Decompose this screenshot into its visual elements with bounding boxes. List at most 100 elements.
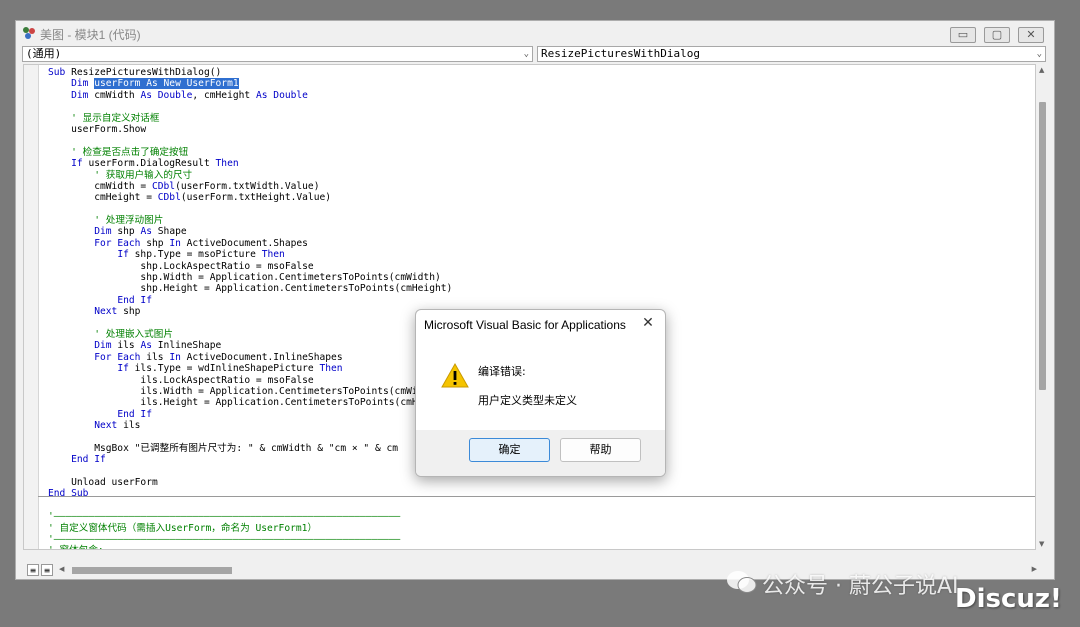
code-line[interactable]: Dim shp As Shape [48,226,452,237]
code-line[interactable]: For Each shp In ActiveDocument.Shapes [48,238,452,249]
code-line[interactable]: Dim userForm As New UserForm1 [48,78,452,90]
code-token: shp.Width = Application.CentimetersToPoi… [48,272,441,284]
vertical-scrollbar[interactable]: ▲ ▼ [1037,64,1049,550]
full-module-view-button[interactable]: ≡ [41,564,53,576]
code-line[interactable]: If userForm.DialogResult Then [48,158,452,169]
code-line[interactable]: ils.Height = Application.CentimetersToPo… [48,397,452,408]
code-line[interactable]: userForm.Show [48,124,452,135]
code-line[interactable]: Sub ResizePicturesWithDialog() [48,67,452,78]
code-token: userForm.Show [48,123,147,135]
code-line[interactable]: cmHeight = CDbl(userForm.txtHeight.Value… [48,192,452,203]
scroll-right-icon[interactable]: ▶ [1032,565,1037,573]
code-line[interactable] [48,135,452,146]
scroll-down-icon[interactable]: ▼ [1039,540,1044,548]
code-keyword: As [140,226,158,238]
code-line[interactable]: Dim cmWidth As Double, cmHeight As Doubl… [48,90,452,101]
ok-button[interactable]: 确定 [469,438,550,462]
code-line[interactable]: Unload userForm [48,477,452,488]
scroll-up-icon[interactable]: ▲ [1039,66,1044,74]
code-line[interactable]: MsgBox "已调整所有图片尺寸为: " & cmWidth & "cm × … [48,443,452,454]
code-keyword: Sub [48,67,72,78]
help-button[interactable]: 帮助 [560,438,641,462]
margin-indicator-bar[interactable] [24,65,39,549]
code-line[interactable]: Dim ils As InlineShape [48,340,452,351]
procedure-view-button[interactable]: ≡ [27,564,39,576]
title-bar[interactable]: 美图 - 模块1 (代码) ▭ ▢ ✕ [16,21,1054,45]
code-line[interactable] [48,432,452,443]
code-keyword: Dim [94,226,118,238]
code-line[interactable]: ' 处理嵌入式图片 [48,329,452,340]
minimize-button[interactable]: ▭ [950,27,976,43]
code-line[interactable]: shp.Width = Application.CentimetersToPoi… [48,272,452,283]
code-line[interactable]: '———————————————————————————————————————… [48,511,452,522]
code-token: ils [117,340,141,352]
code-line[interactable]: Next shp [48,306,452,317]
code-line[interactable]: If shp.Type = msoPicture Then [48,249,452,260]
code-keyword: Then [319,363,343,375]
full-module-view-icon: ≡ [43,566,51,575]
chevron-down-icon: ⌄ [1036,49,1042,59]
procedure-dropdown-value: ResizePicturesWithDialog [541,47,700,60]
discuz-logo: Discuz! [955,584,1062,614]
code-keyword: For Each [94,351,147,363]
code-line[interactable]: ils.LockAspectRatio = msoFalse [48,375,452,386]
code-comment: ' 显示自定义对话框 [71,112,160,124]
code-line[interactable]: Next ils [48,420,452,431]
code-token: Unload userForm [48,477,158,489]
code-comment: '———————————————————————————————————————… [48,534,401,546]
dialog-close-icon[interactable]: ✕ [639,314,657,332]
code-token: shp [146,237,170,249]
code-keyword: CDbl [151,180,176,192]
code-line[interactable]: shp.Height = Application.CentimetersToPo… [48,283,452,294]
code-line[interactable]: ' 自定义窗体代码（需插入UserForm，命名为 UserForm1） [48,523,452,534]
code-token: userForm.DialogResult [88,158,216,170]
code-text[interactable]: Sub ResizePicturesWithDialog() Dim userF… [48,67,452,549]
code-keyword: End If [117,294,152,306]
code-selection: userForm As New UserForm1 [94,78,239,90]
code-line[interactable]: End If [48,409,452,420]
vertical-scroll-thumb[interactable] [1039,102,1046,390]
code-line[interactable]: ' 显示自定义对话框 [48,113,452,124]
code-keyword: For Each [94,237,147,249]
code-token: MsgBox "已调整所有图片尺寸为: " & cmWidth & "cm × … [48,442,399,454]
code-line[interactable]: ' 获取用户输入的尺寸 [48,170,452,181]
code-line[interactable]: For Each ils In ActiveDocument.InlineSha… [48,352,452,363]
maximize-button[interactable]: ▢ [984,27,1010,43]
code-editor[interactable]: Sub ResizePicturesWithDialog() Dim userF… [23,64,1036,550]
code-line[interactable]: ils.Width = Application.CentimetersToPoi… [48,386,452,397]
procedure-dropdown[interactable]: ResizePicturesWithDialog ⌄ [537,46,1046,62]
object-dropdown[interactable]: (通用) ⌄ [22,46,533,62]
code-token: shp [123,306,141,318]
code-line[interactable]: '———————————————————————————————————————… [48,534,452,545]
code-line[interactable]: End If [48,454,452,465]
code-line[interactable] [48,318,452,329]
code-line[interactable]: End If [48,295,452,306]
code-token: ActiveDocument.InlineShapes [186,351,343,363]
code-line[interactable] [48,500,452,511]
code-line[interactable]: If ils.Type = wdInlineShapePicture Then [48,363,452,374]
code-line[interactable]: End Sub [48,488,452,499]
code-keyword: As Double [140,89,193,101]
combo-bar: (通用) ⌄ ResizePicturesWithDialog ⌄ [22,46,1046,62]
code-line[interactable] [48,101,452,112]
code-token: (userForm.txtHeight.Value) [180,192,332,204]
scroll-left-icon[interactable]: ◀ [59,565,64,573]
code-line[interactable]: cmWidth = CDbl(userForm.txtWidth.Value) [48,181,452,192]
horizontal-scroll-thumb[interactable] [72,567,232,574]
code-line[interactable]: ' 窗体包含: [48,545,452,549]
code-line[interactable]: ' 处理浮动图片 [48,215,452,226]
code-line[interactable] [48,466,452,477]
close-button[interactable]: ✕ [1018,27,1044,43]
code-line[interactable] [48,204,452,215]
code-line[interactable]: ' 检查是否点击了确定按钮 [48,147,452,158]
code-token: shp [117,226,141,238]
window-title: 美图 - 模块1 (代码) [40,28,141,42]
code-line[interactable]: shp.LockAspectRatio = msoFalse [48,261,452,272]
